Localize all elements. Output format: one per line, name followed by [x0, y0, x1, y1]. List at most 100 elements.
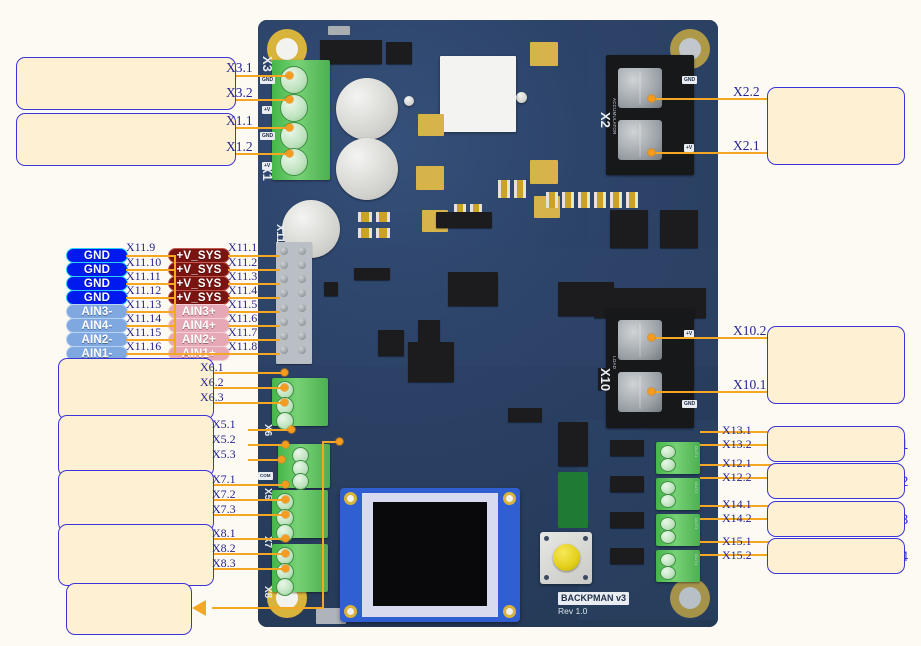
silk-x1-v: +V: [262, 162, 273, 170]
node-x3-2: [286, 96, 293, 103]
xlabel-x11-14: X11.14: [126, 311, 162, 325]
pill-x11-4: +V_SYS: [168, 290, 230, 305]
resistor-r14: [376, 228, 391, 238]
resistor-r13: [358, 228, 373, 238]
mosfet-q12: [610, 210, 648, 248]
xlabel-x11-15: X11.15: [126, 325, 162, 339]
silk-x3-v: +V: [262, 106, 273, 114]
ic-u6: [386, 42, 412, 64]
callout-rs485: [58, 415, 214, 477]
pill-x11-13: AIN3-: [66, 304, 128, 319]
ic-u8: [354, 268, 390, 280]
pad-array-1: [530, 42, 558, 66]
xlabel-x12-2: X12.2: [722, 470, 752, 484]
xlabel-x7-2: X7.2: [212, 487, 236, 501]
screw-x13-2: [660, 458, 676, 472]
xlabel-x14-1: X14.1: [722, 497, 752, 511]
pill-x11-1: +V_SYS: [168, 248, 230, 263]
lcd-module: [340, 488, 520, 622]
opto-op2: [610, 476, 644, 492]
pill-x11-9: GND: [66, 248, 128, 263]
node-x10-1: [648, 388, 655, 395]
silk-x1-gnd: GND: [260, 132, 276, 140]
pill-x11-3: +V_SYS: [168, 276, 230, 291]
silk-x3: X3: [260, 56, 275, 72]
xlabel-x6-2: X6.2: [200, 375, 224, 389]
xlabel-x10-2: X10.2: [733, 323, 767, 338]
silk-out4: OUT4: [694, 554, 699, 566]
callout-usb: [66, 583, 192, 635]
silk-x10-gnd: GND: [682, 400, 698, 408]
xlabel-x11-7: X11.7: [228, 325, 258, 339]
screw-x10-2: [618, 320, 662, 360]
xlabel-x8-2: X8.2: [212, 541, 236, 555]
resistor-r3: [546, 192, 558, 208]
xlabel-x13-1: X13.1: [722, 423, 752, 437]
silk-x10: X10: [598, 368, 613, 392]
lcd-hole-tl: [344, 492, 357, 505]
via-2: [516, 92, 527, 103]
callout-out1: [767, 426, 905, 462]
silk-x8: X8: [262, 586, 273, 599]
silk-out3: OUT3: [694, 518, 699, 530]
callout-out2: [767, 463, 905, 499]
joystick-cap[interactable]: [553, 544, 580, 571]
resistor-r7: [610, 192, 622, 208]
screw-x14-2: [660, 530, 676, 544]
xlabel-x5-1: X5.1: [212, 417, 236, 431]
silk-x2-v: +V: [684, 144, 695, 152]
pill-x11-7: AIN2+: [168, 332, 230, 347]
mosfet-q13: [660, 210, 698, 248]
ic-small-1: [324, 282, 338, 296]
node-x1-1: [286, 124, 293, 131]
lcd-hole-tr: [503, 492, 516, 505]
xlabel-x1-1: X1.1: [226, 113, 253, 128]
screw-x14-1: [660, 517, 676, 531]
screw-x2-1: [618, 120, 662, 160]
pad-array-2: [418, 114, 444, 136]
pill-x11-2: +V_SYS: [168, 262, 230, 277]
xlabel-x6-1: X6.1: [200, 360, 224, 374]
xlabel-x8-3: X8.3: [212, 556, 236, 570]
callout-accumulator: [767, 87, 905, 165]
xlabel-x2-2: X2.2: [733, 84, 760, 99]
joystick-encoder[interactable]: [540, 532, 592, 584]
xlabel-x11-13: X11.13: [126, 297, 162, 311]
resistor-r12: [376, 212, 391, 222]
callout-one-wire: [58, 358, 214, 420]
screw-x8-3: [276, 578, 294, 596]
pad-array-5: [530, 160, 558, 184]
lcd-hole-br: [503, 605, 516, 618]
pill-x11-14: AIN4-: [66, 318, 128, 333]
xlabel-x6-3: X6.3: [200, 390, 224, 404]
lcd-hole-bl: [344, 605, 357, 618]
callout-can1: [58, 470, 214, 532]
ic-small-2: [508, 408, 542, 422]
node-x3-1: [286, 72, 293, 79]
xlabel-x5-3: X5.3: [212, 447, 236, 461]
resistor-r2: [514, 180, 526, 198]
pad-array-3: [416, 166, 444, 190]
ic-u9: [408, 342, 454, 382]
silk-x2: X2: [598, 112, 613, 128]
screw-x12-1: [660, 481, 676, 495]
callout-out4: [767, 538, 905, 574]
pcb-board: X3 X1 GND +V GND +V X2 ACCUMULATOR GND +…: [258, 20, 718, 627]
capacitor-c3: [336, 138, 398, 200]
screw-x15-1: [660, 553, 676, 567]
opto-op1: [610, 440, 644, 456]
pill-x11-12: GND: [66, 290, 128, 305]
xlabel-x11-9: X11.9: [126, 240, 156, 254]
screw-x13-1: [660, 445, 676, 459]
node-x2-1: [648, 149, 655, 156]
pill-x11-10: GND: [66, 262, 128, 277]
via-1: [404, 96, 414, 106]
ic-u10: [378, 330, 404, 356]
ic-u12: [448, 272, 498, 306]
idc-header-x9: [558, 422, 588, 466]
resistor-r1: [498, 180, 510, 198]
screw-x12-2: [660, 494, 676, 508]
pill-x11-15: AIN2-: [66, 332, 128, 347]
xlabel-x11-2: X11.2: [228, 255, 258, 269]
green-header-module: [558, 472, 588, 528]
